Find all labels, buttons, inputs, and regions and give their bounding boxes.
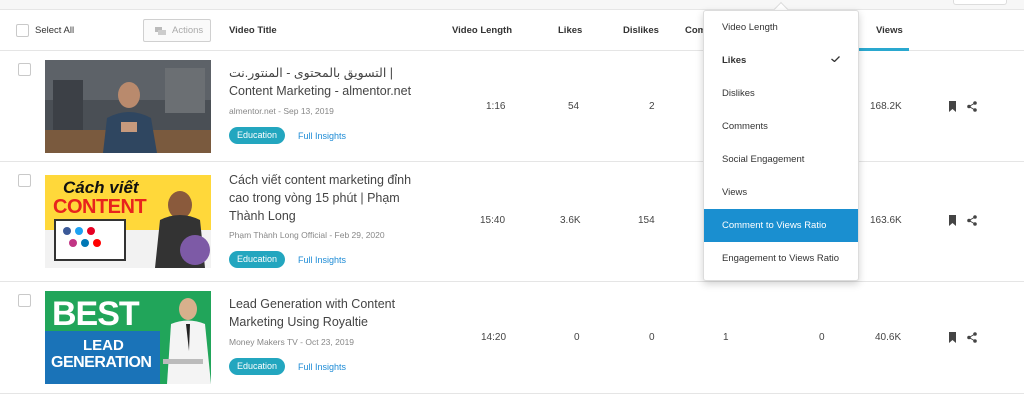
dropdown-item-social-engagement[interactable]: Social Engagement (704, 143, 858, 176)
bookmark-icon[interactable] (948, 332, 957, 343)
full-insights-link[interactable]: Full Insights (298, 131, 346, 141)
video-meta: Phạm Thành Long Official - Feb 29, 2020 (229, 230, 385, 240)
video-meta: almentor.net - Sep 13, 2019 (229, 106, 334, 116)
table-row: التسويق بالمحتوى - المنتور.نت | Content … (0, 51, 1024, 162)
share-icon[interactable] (967, 332, 977, 343)
table-row: BEST LEAD GENERATION Lead Generation wit… (0, 282, 1024, 394)
dropdown-item-views[interactable]: Views (704, 176, 858, 209)
actions-label: Actions (172, 25, 204, 36)
row-checkbox[interactable] (18, 294, 31, 307)
dislikes-value: 0 (649, 332, 655, 343)
thumbnail-caption-1: Cách viết (63, 178, 139, 197)
dropdown-item-comment-to-views-ratio[interactable]: Comment to Views Ratio (704, 209, 858, 242)
col-dislikes[interactable]: Dislikes (623, 25, 659, 36)
thumbnail-caption-3: GENERATION (51, 354, 152, 371)
category-tag[interactable]: Education (229, 251, 285, 268)
video-table-page: Select All Actions Video Title Video Len… (0, 0, 1024, 395)
share-icon[interactable] (967, 101, 977, 112)
dropdown-item-label: Engagement to Views Ratio (722, 253, 840, 264)
dropdown-item-label: Comment to Views Ratio (722, 220, 827, 231)
full-insights-link[interactable]: Full Insights (298, 362, 346, 372)
bookmark-icon[interactable] (948, 215, 957, 226)
views-value: 40.6K (875, 332, 902, 343)
full-insights-link[interactable]: Full Insights (298, 255, 346, 265)
thumbnail-caption-2: CONTENT (53, 196, 147, 218)
dislikes-value: 154 (638, 215, 655, 226)
select-all-checkbox[interactable] (16, 24, 29, 37)
dropdown-item-video-length[interactable]: Video Length (704, 11, 858, 44)
video-title[interactable]: Lead Generation with Content Marketing U… (229, 295, 434, 331)
category-tag[interactable]: Education (229, 127, 285, 144)
video-length-value: 15:40 (480, 215, 506, 226)
dropdown-item-label: Views (722, 187, 748, 198)
sort-dropdown-menu: Video Length Likes Dislikes Comments Soc… (703, 10, 859, 281)
comments-value: 1 (723, 332, 729, 343)
dropdown-item-comments[interactable]: Comments (704, 110, 858, 143)
dropdown-item-engagement-to-views-ratio[interactable]: Engagement to Views Ratio (704, 242, 858, 275)
video-title[interactable]: التسويق بالمحتوى - المنتور.نت | Content … (229, 64, 434, 100)
dislikes-value: 2 (649, 101, 655, 112)
table-row: Cách viết CONTENT Cách viết content mark… (0, 162, 1024, 282)
row-checkbox[interactable] (18, 63, 31, 76)
actions-button[interactable]: Actions (143, 19, 211, 42)
video-length-value: 14:20 (481, 332, 507, 343)
col-video-length[interactable]: Video Length (452, 25, 512, 36)
video-thumbnail[interactable]: BEST LEAD GENERATION (45, 291, 211, 384)
thumbnail-image (45, 60, 211, 153)
video-title[interactable]: Cách viết content marketing đỉnh cao tro… (229, 171, 434, 225)
category-tag[interactable]: Education (229, 358, 285, 375)
col-video-title[interactable]: Video Title (229, 25, 277, 36)
top-right-button[interactable] (953, 0, 1007, 5)
share-icon[interactable] (967, 215, 977, 226)
bookmark-icon[interactable] (948, 101, 957, 112)
dropdown-item-label: Social Engagement (722, 154, 805, 165)
dropdown-item-label: Likes (722, 55, 747, 66)
video-length-value: 1:16 (486, 101, 506, 112)
table-header: Select All Actions Video Title Video Len… (0, 10, 1024, 51)
col-likes[interactable]: Likes (558, 25, 582, 36)
row-checkbox[interactable] (18, 174, 31, 187)
video-thumbnail[interactable] (45, 60, 211, 153)
likes-value: 0 (574, 332, 580, 343)
dropdown-item-label: Dislikes (722, 88, 755, 99)
dropdown-item-dislikes[interactable]: Dislikes (704, 77, 858, 110)
dropdown-item-label: Video Length (722, 22, 778, 33)
dropdown-item-likes[interactable]: Likes (704, 44, 858, 77)
views-value: 168.2K (870, 101, 902, 112)
thumbnail-caption-1: BEST (52, 295, 140, 333)
engagement-value: 0 (819, 332, 825, 343)
col-views[interactable]: Views (876, 25, 903, 36)
video-thumbnail[interactable]: Cách viết CONTENT (45, 175, 211, 268)
checkmark-icon (831, 56, 840, 62)
likes-value: 54 (568, 101, 580, 112)
dropdown-item-label: Comments (722, 121, 768, 132)
views-value: 163.6K (870, 215, 902, 226)
thumbnail-caption-2: LEAD (83, 337, 124, 354)
likes-value: 3.6K (560, 215, 581, 226)
video-meta: Money Makers TV - Oct 23, 2019 (229, 337, 355, 347)
top-strip (0, 0, 1024, 10)
chat-bubbles-icon (155, 27, 166, 35)
select-all-label[interactable]: Select All (35, 25, 74, 36)
